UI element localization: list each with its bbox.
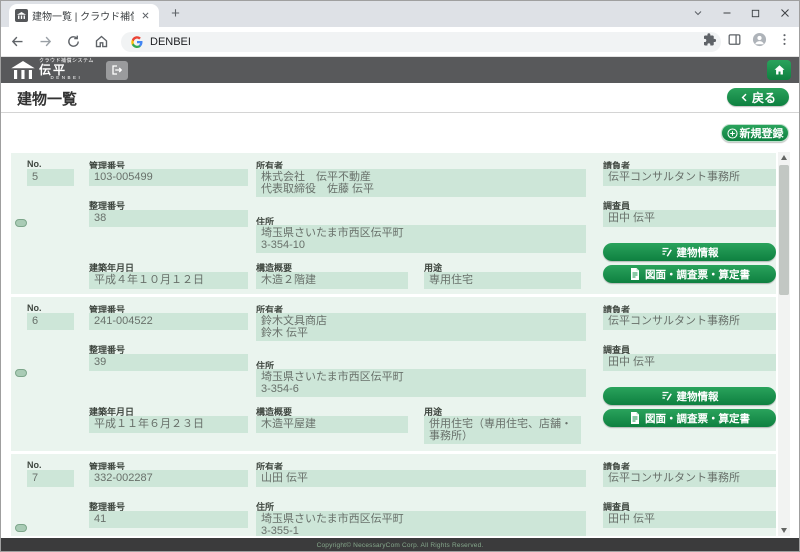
browser-window: 建物一覧 | クラウド補償システム 伝 + DENBEI — [0, 0, 800, 552]
home-icon — [773, 64, 786, 76]
side-panel-icon[interactable] — [725, 30, 743, 48]
tab-title: 建物一覧 | クラウド補償システム 伝 — [32, 8, 134, 23]
reference-number-field: 38 — [89, 210, 248, 227]
document-icon — [629, 412, 641, 424]
no-field: 6 — [27, 313, 74, 330]
address-field: 埼玉県さいたま市西区伝平町 3-354-6 — [256, 369, 586, 397]
tab-close-icon[interactable] — [138, 9, 152, 23]
management-number-field: 103-005499 — [89, 169, 248, 186]
minimize-button[interactable] — [718, 5, 735, 22]
chevron-left-icon — [740, 92, 749, 103]
building-record: No. 6 管理番号 241-004522 整理番号 39 所有者 鈴木文具商店… — [11, 297, 776, 451]
link-icon[interactable] — [15, 524, 27, 532]
menu-kebab-icon[interactable] — [775, 30, 793, 48]
copyright-text: Copyright© NecessaryCom Corp. All Rights… — [317, 542, 484, 549]
address-field: 埼玉県さいたま市西区伝平町 3-355-1 — [256, 511, 586, 536]
management-number-field: 332-002287 — [89, 470, 248, 487]
title-divider — [1, 112, 799, 113]
home-nav-icon[interactable] — [89, 30, 113, 54]
owner-field: 鈴木文具商店 鈴木 伝平 — [256, 313, 586, 341]
usage-field: 専用住宅 — [424, 272, 581, 289]
investigator-field: 田中 伝平 — [603, 210, 776, 227]
list-edit-icon — [661, 246, 673, 258]
contractor-field: 伝平コンサルタント事務所 — [603, 169, 776, 186]
owner-field: 山田 伝平 — [256, 470, 586, 487]
google-g-icon — [131, 36, 143, 48]
link-icon[interactable] — [15, 219, 27, 227]
no-field: 7 — [27, 470, 74, 487]
app-home-button[interactable] — [767, 60, 791, 80]
reference-number-field: 41 — [89, 511, 248, 528]
document-icon — [629, 268, 641, 280]
logo-romaji: DENBEI — [39, 76, 94, 81]
address-bar[interactable]: DENBEI — [121, 32, 721, 52]
building-info-button[interactable]: 建物情報 — [603, 387, 776, 405]
profile-avatar[interactable] — [750, 30, 768, 48]
building-info-button[interactable]: 建物情報 — [603, 243, 776, 261]
pavilion-logo-icon — [11, 61, 35, 79]
investigator-field: 田中 伝平 — [603, 354, 776, 371]
structure-field: 木造平屋建 — [256, 416, 408, 433]
contractor-field: 伝平コンサルタント事務所 — [603, 313, 776, 330]
page-title: 建物一覧 — [17, 88, 77, 109]
reload-icon[interactable] — [61, 30, 85, 54]
url-text: DENBEI — [150, 36, 191, 48]
building-record: No. 5 管理番号 103-005499 整理番号 38 所有者 株式会社 伝… — [11, 153, 776, 294]
tab-strip: 建物一覧 | クラウド補償システム 伝 + — [1, 1, 799, 27]
address-field: 埼玉県さいたま市西区伝平町 3-354-10 — [256, 225, 586, 253]
close-window-button[interactable] — [776, 5, 793, 22]
structure-field: 木造２階建 — [256, 272, 408, 289]
tab-search-icon[interactable] — [689, 5, 706, 22]
app-header: クラウド補償システム 伝平 DENBEI — [1, 57, 799, 83]
list-scrollbar[interactable] — [778, 152, 790, 536]
back-nav-icon[interactable] — [5, 30, 29, 54]
scrollbar-thumb[interactable] — [779, 165, 789, 295]
app-logo: クラウド補償システム 伝平 DENBEI — [11, 59, 94, 81]
list-edit-icon — [661, 390, 673, 402]
site-favicon-icon — [15, 9, 28, 22]
back-button[interactable]: 戻る — [727, 88, 789, 106]
documents-button[interactable]: 図面・調査票・算定書 — [603, 409, 776, 427]
reference-number-field: 39 — [89, 354, 248, 371]
build-date-field: 平成１１年６月２３日 — [89, 416, 248, 433]
management-number-field: 241-004522 — [89, 313, 248, 330]
logout-button[interactable] — [106, 61, 128, 80]
new-registration-button[interactable]: 新規登録 — [721, 124, 789, 142]
building-record: No. 7 管理番号 332-002287 整理番号 41 所有者 山田 伝平 … — [11, 454, 776, 536]
owner-field: 株式会社 伝平不動産 代表取締役 佐藤 伝平 — [256, 169, 586, 197]
contractor-field: 伝平コンサルタント事務所 — [603, 470, 776, 487]
new-tab-button[interactable]: + — [167, 6, 184, 23]
logout-icon — [110, 64, 123, 76]
no-field: 5 — [27, 169, 74, 186]
scroll-up-icon[interactable] — [778, 152, 790, 163]
browser-tab[interactable]: 建物一覧 | クラウド補償システム 伝 — [9, 4, 159, 27]
maximize-button[interactable] — [747, 5, 764, 22]
app-footer: Copyright© NecessaryCom Corp. All Rights… — [1, 538, 799, 552]
circle-plus-icon — [727, 128, 738, 139]
documents-button[interactable]: 図面・調査票・算定書 — [603, 265, 776, 283]
build-date-field: 平成４年１０月１２日 — [89, 272, 248, 289]
records-list: No. 5 管理番号 103-005499 整理番号 38 所有者 株式会社 伝… — [11, 153, 776, 536]
investigator-field: 田中 伝平 — [603, 511, 776, 528]
link-icon[interactable] — [15, 369, 27, 377]
forward-nav-icon[interactable] — [33, 30, 57, 54]
scroll-down-icon[interactable] — [778, 525, 790, 536]
usage-field: 併用住宅（専用住宅、店舗・事務所） — [424, 416, 581, 444]
browser-toolbar: DENBEI — [1, 27, 799, 57]
extensions-icon[interactable] — [700, 30, 718, 48]
